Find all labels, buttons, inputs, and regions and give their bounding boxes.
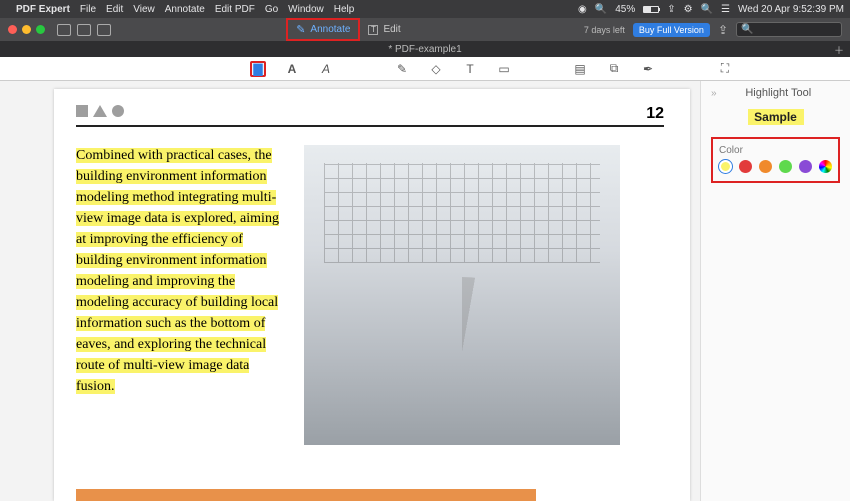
fullscreen-tool[interactable]: ⛶ [716, 61, 732, 77]
color-swatch-green[interactable] [779, 160, 792, 173]
battery-pct: 45% [615, 4, 635, 15]
input-icon[interactable]: ⇪ [667, 4, 675, 15]
control-center-icon[interactable]: ☰ [721, 4, 730, 15]
highlight-tool[interactable]: ▇ [250, 61, 266, 77]
eraser-tool[interactable]: ◇ [428, 61, 444, 77]
edit-text-icon: T [368, 25, 378, 35]
mode-annotate-label: Annotate [310, 24, 350, 35]
search-icon: 🔍 [741, 24, 753, 35]
annotate-toolbar: ▇ A A ✎ ◇ T ▭ ▤ ⧉ ✒ ⛶ [0, 57, 850, 81]
tab-strip: * PDF-example1 ＋ [0, 41, 850, 57]
color-swatch-custom[interactable] [819, 160, 832, 173]
pencil-icon: ✎ [296, 23, 305, 36]
split-view-icon[interactable] [97, 24, 111, 36]
mode-annotate-button[interactable]: ✎ Annotate [286, 18, 360, 41]
square-icon [76, 105, 88, 117]
menu-window[interactable]: Window [288, 4, 324, 15]
minimize-window-button[interactable] [22, 25, 31, 34]
menu-annotate[interactable]: Annotate [165, 4, 205, 15]
underline-tool[interactable]: A [284, 61, 300, 77]
mac-menubar: PDF Expert File Edit View Annotate Edit … [0, 0, 850, 18]
menu-editpdf[interactable]: Edit PDF [215, 4, 255, 15]
mode-edit-button[interactable]: T Edit [360, 18, 408, 41]
strike-tool[interactable]: A [318, 61, 334, 77]
circle-icon [112, 105, 124, 117]
triangle-icon [93, 105, 107, 117]
menu-view[interactable]: View [133, 4, 155, 15]
screenrec-icon[interactable]: ◉ [578, 4, 587, 15]
stamp-tool[interactable]: ⧉ [606, 61, 622, 77]
highlight-bar [76, 489, 536, 501]
header-shapes [76, 105, 664, 117]
color-swatch-yellow[interactable] [719, 160, 732, 173]
signature-tool[interactable]: ✒ [640, 61, 656, 77]
text-tool[interactable]: T [462, 61, 478, 77]
color-swatch-red[interactable] [739, 160, 752, 173]
trial-days-left: 7 days left [584, 25, 625, 35]
menu-file[interactable]: File [80, 4, 96, 15]
window-toolbar: ✎ Annotate T Edit 7 days left Buy Full V… [0, 18, 850, 41]
menu-help[interactable]: Help [334, 4, 355, 15]
spotlight-icon[interactable]: 🔍 [701, 4, 713, 15]
shape-tool[interactable]: ▭ [496, 61, 512, 77]
menu-go[interactable]: Go [265, 4, 278, 15]
new-tab-button[interactable]: ＋ [834, 42, 844, 57]
search-input[interactable]: 🔍 [736, 22, 842, 37]
battery-icon [643, 6, 659, 13]
traffic-lights [8, 25, 45, 34]
color-swatch-purple[interactable] [799, 160, 812, 173]
color-swatches [719, 160, 832, 173]
mode-edit-label: Edit [383, 24, 400, 35]
menu-edit[interactable]: Edit [106, 4, 123, 15]
pen-tool[interactable]: ✎ [394, 61, 410, 77]
pdf-page[interactable]: 12 Combined with practical cases, the bu… [54, 89, 690, 501]
wifi-icon[interactable]: ⚙︎ [684, 4, 693, 15]
right-panel: » Highlight Tool Sample Color [700, 81, 850, 501]
tab-active[interactable]: * PDF-example1 [388, 44, 461, 55]
workspace: 12 Combined with practical cases, the bu… [0, 81, 850, 501]
highlighted-text[interactable]: Combined with practical cases, the build… [76, 148, 279, 394]
page-image [304, 145, 620, 445]
clock[interactable]: Wed 20 Apr 9:52:39 PM [738, 4, 844, 15]
body-text-column[interactable]: Combined with practical cases, the build… [76, 145, 284, 445]
panel-title: Highlight Tool [745, 87, 811, 99]
sidebar-view-toggles [57, 24, 111, 36]
color-swatch-orange[interactable] [759, 160, 772, 173]
page-number: 12 [646, 105, 664, 123]
app-name[interactable]: PDF Expert [16, 4, 70, 15]
panel-collapse-icon[interactable]: » [711, 88, 717, 99]
zoom-icon[interactable]: 🔍 [595, 4, 607, 15]
note-tool[interactable]: ▤ [572, 61, 588, 77]
color-section: Color [711, 137, 840, 183]
color-label: Color [719, 145, 832, 156]
highlight-sample: Sample [748, 109, 804, 125]
share-icon[interactable]: ⇪ [718, 23, 728, 37]
header-rule [76, 125, 664, 127]
buy-full-version-button[interactable]: Buy Full Version [633, 23, 710, 37]
fullscreen-window-button[interactable] [36, 25, 45, 34]
close-window-button[interactable] [8, 25, 17, 34]
sidebar-toggle-icon[interactable] [57, 24, 71, 36]
thumbnails-toggle-icon[interactable] [77, 24, 91, 36]
